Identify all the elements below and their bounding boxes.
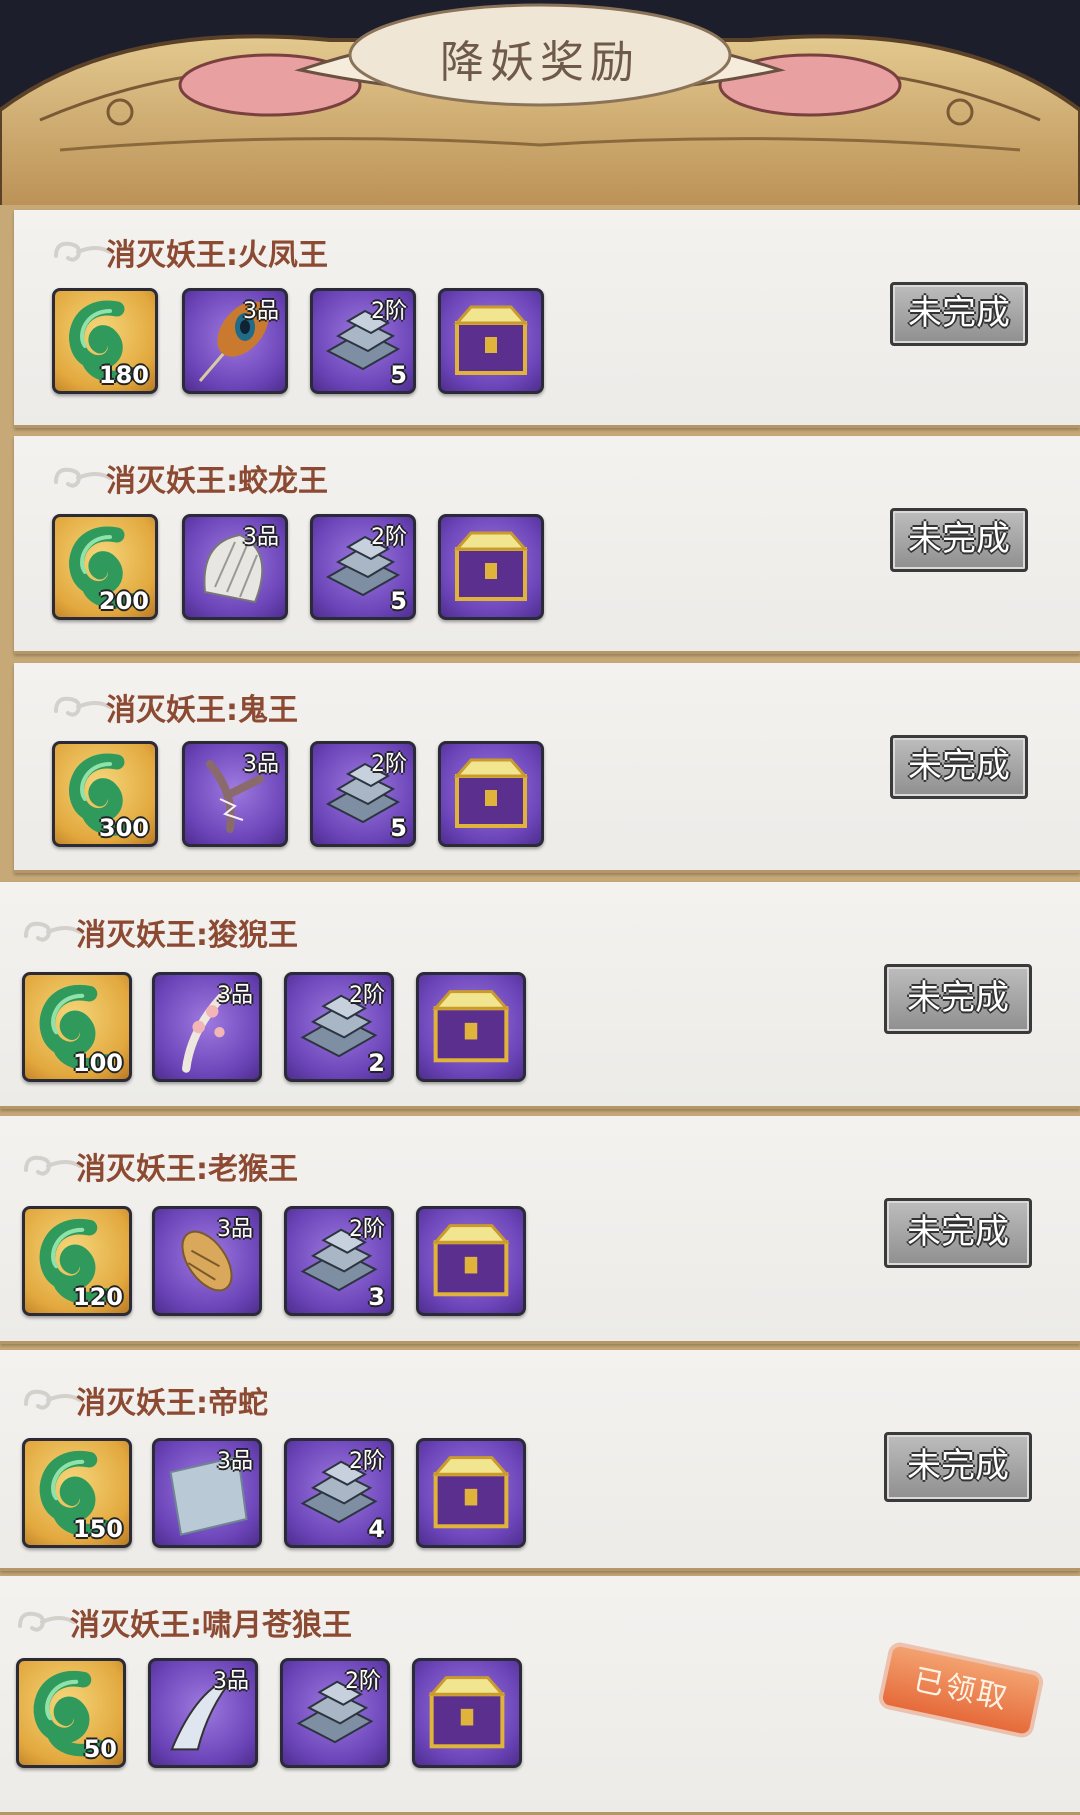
treasure-chest-icon [453,531,529,601]
item-grade-badge: 3品 [217,1449,253,1474]
reward-card: 消灭妖王:帝蛇 150 3品 2阶 4 未完成 [0,1350,1080,1571]
item-count: 200 [98,587,149,615]
reward-item-slot[interactable]: 2阶 5 [310,288,416,394]
item-grade-badge: 2阶 [345,1669,381,1694]
item-grade-badge: 2阶 [349,983,385,1008]
item-grade-badge: 3品 [217,983,253,1008]
reward-title: 消灭妖王:啸月苍狼王 [70,1608,352,1643]
item-grade-badge: 3品 [243,525,279,550]
reward-item-slot[interactable]: 2阶 [280,1658,390,1768]
reward-card: 消灭妖王:狻猊王 100 3品 2阶 2 未完成 [0,882,1080,1109]
reward-item-slot[interactable]: 2阶 2 [284,972,394,1082]
item-count: 120 [72,1283,123,1311]
reward-card: 消灭妖王:鬼王 300 3品 2阶 5 未完成 [14,663,1080,873]
reward-item-slot[interactable]: 3品 [182,514,288,620]
reward-item-slot[interactable] [416,1438,526,1548]
reward-item-slot[interactable] [416,972,526,1082]
reward-card: 消灭妖王:火凤王 180 3品 2阶 5 未完成 [14,210,1080,428]
reward-item-slot[interactable] [438,514,544,620]
reward-item-slot[interactable] [438,288,544,394]
reward-title: 消灭妖王:蛟龙王 [106,464,328,499]
item-count: 5 [390,814,407,842]
reward-item-slot[interactable]: 3品 [152,1438,262,1548]
reward-title: 消灭妖王:狻猊王 [76,918,298,953]
item-count: 2 [368,1049,385,1077]
reward-item-slot[interactable]: 300 [52,741,158,847]
item-grade-badge: 3品 [217,1217,253,1242]
reward-title: 消灭妖王:鬼王 [106,693,298,728]
item-grade-badge: 2阶 [349,1449,385,1474]
item-count: 3 [368,1283,385,1311]
reward-item-slot[interactable]: 3品 [152,972,262,1082]
item-count: 4 [368,1515,385,1543]
item-grade-badge: 3品 [243,752,279,777]
claimed-label: 已领取 [881,1645,1041,1735]
incomplete-status-button[interactable]: 未完成 [884,1432,1032,1502]
reward-item-slot[interactable]: 200 [52,514,158,620]
reward-item-slot[interactable]: 2阶 5 [310,514,416,620]
reward-title: 消灭妖王:火凤王 [106,238,328,273]
reward-item-slot[interactable]: 150 [22,1438,132,1548]
item-count: 300 [98,814,149,842]
treasure-chest-icon [432,990,510,1063]
reward-item-slot[interactable]: 120 [22,1206,132,1316]
header-frame: 降妖奖励 [0,0,1080,220]
item-grade-badge: 2阶 [349,1217,385,1242]
item-count: 50 [83,1735,117,1763]
reward-item-slot[interactable] [438,741,544,847]
incomplete-status-button[interactable]: 未完成 [890,735,1028,799]
reward-item-slot[interactable]: 2阶 3 [284,1206,394,1316]
reward-item-slot[interactable]: 180 [52,288,158,394]
reward-item-slot[interactable] [416,1206,526,1316]
reward-item-slot[interactable]: 3品 [148,1658,258,1768]
reward-item-slot[interactable]: 3品 [182,288,288,394]
item-count: 5 [390,587,407,615]
treasure-chest-icon [453,758,529,828]
item-grade-badge: 2阶 [371,525,407,550]
reward-item-slot[interactable]: 100 [22,972,132,1082]
claimed-stamp: 已领取 [879,1633,1043,1746]
item-grade-badge: 2阶 [371,752,407,777]
item-grade-badge: 3品 [243,299,279,324]
incomplete-status-button[interactable]: 未完成 [890,508,1028,572]
reward-item-slot[interactable]: 2阶 5 [310,741,416,847]
reward-item-slot[interactable]: 2阶 4 [284,1438,394,1548]
treasure-chest-icon [432,1224,510,1297]
reward-item-slot[interactable]: 50 [16,1658,126,1768]
reward-card: 消灭妖王:啸月苍狼王 50 3品 2阶 已领取 [0,1576,1080,1815]
item-count: 100 [72,1049,123,1077]
reward-title: 消灭妖王:帝蛇 [76,1386,268,1421]
incomplete-status-button[interactable]: 未完成 [884,1198,1032,1268]
item-count: 150 [72,1515,123,1543]
reward-item-slot[interactable] [412,1658,522,1768]
reward-title: 消灭妖王:老猴王 [76,1152,298,1187]
reward-card: 消灭妖王:老猴王 120 3品 2阶 3 未完成 [0,1116,1080,1344]
item-grade-badge: 3品 [213,1669,249,1694]
treasure-chest-icon [428,1676,506,1749]
reward-item-slot[interactable]: 3品 [152,1206,262,1316]
reward-card: 消灭妖王:蛟龙王 200 3品 2阶 5 未完成 [14,436,1080,654]
incomplete-status-button[interactable]: 未完成 [884,964,1032,1034]
treasure-chest-icon [432,1456,510,1529]
item-count: 5 [390,361,407,389]
incomplete-status-button[interactable]: 未完成 [890,282,1028,346]
item-grade-badge: 2阶 [371,299,407,324]
item-count: 180 [98,361,149,389]
page-title: 降妖奖励 [440,37,640,88]
reward-item-slot[interactable]: 3品 [182,741,288,847]
treasure-chest-icon [453,305,529,375]
